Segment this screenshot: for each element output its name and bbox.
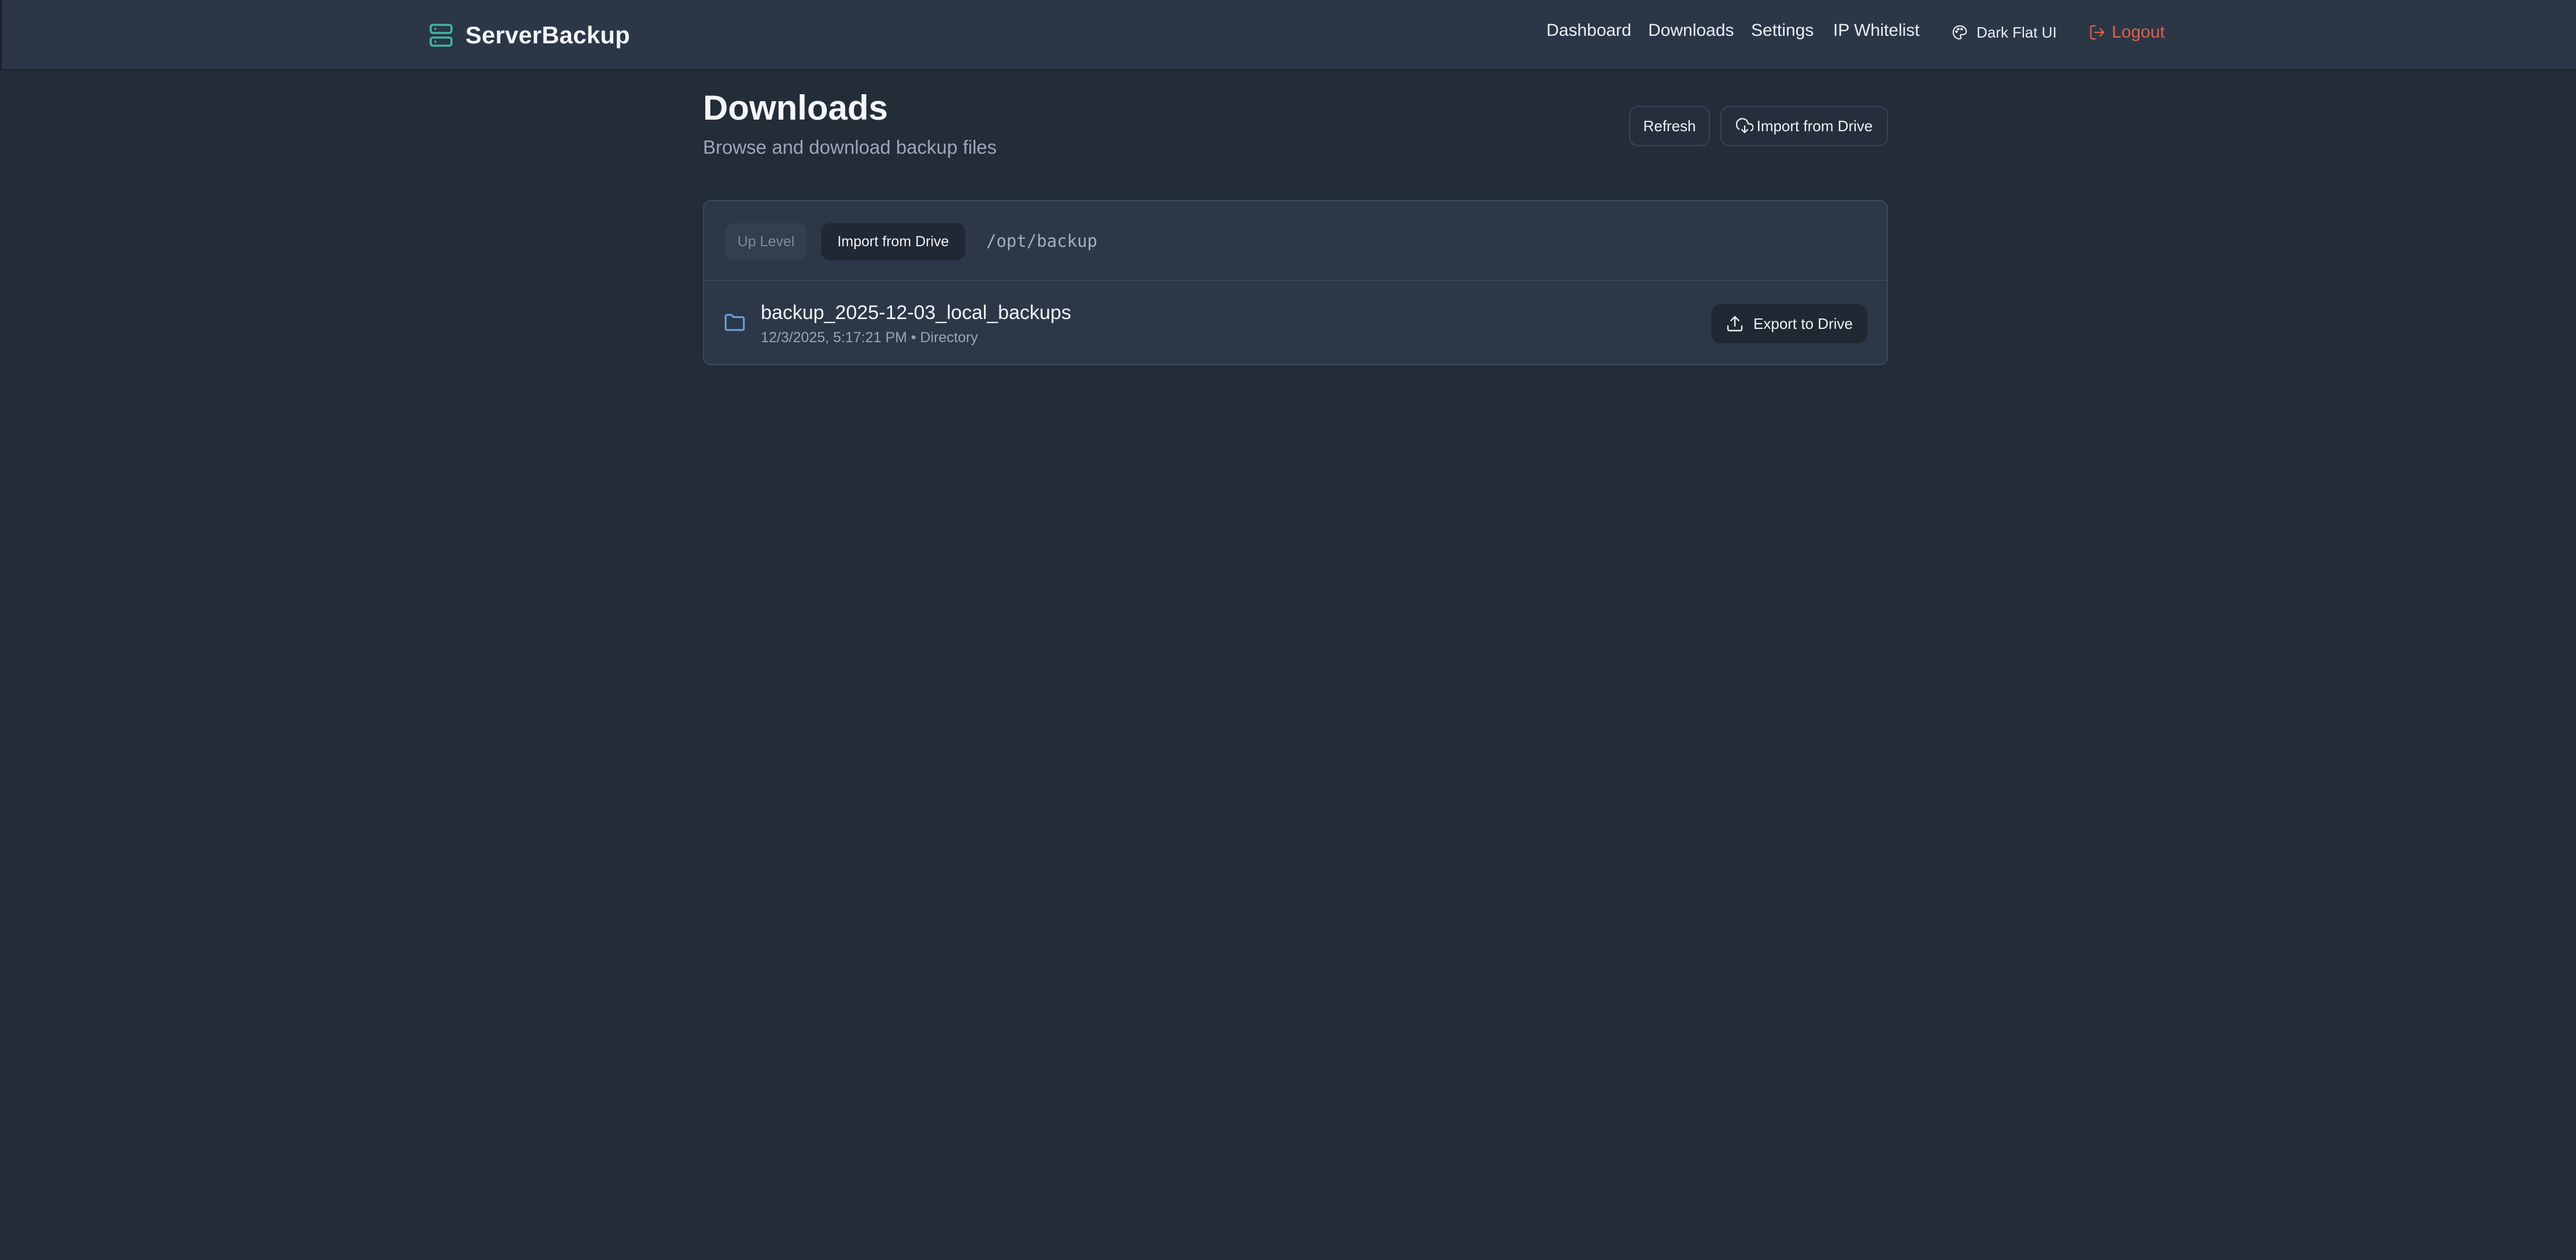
nav-link-dashboard[interactable]: Dashboard	[1546, 21, 1631, 40]
logout-icon	[2090, 25, 2105, 40]
refresh-button[interactable]: Refresh	[1629, 106, 1710, 146]
export-to-drive-label: Export to Drive	[1753, 314, 1853, 332]
list-item[interactable]: backup_2025-12-03_local_backups 12/3/202…	[704, 282, 1887, 364]
import-from-drive-button[interactable]: Import from Drive	[1720, 106, 1888, 146]
page-subtitle: Browse and download backup files	[703, 136, 997, 158]
upload-icon	[1727, 316, 1743, 332]
refresh-label: Refresh	[1643, 117, 1696, 135]
entry-meta: 12/3/2025, 5:17:21 PM • Directory	[761, 329, 978, 346]
nav-link-downloads[interactable]: Downloads	[1648, 21, 1734, 40]
cloud-download-icon	[1735, 118, 1753, 134]
logout-button[interactable]: Logout	[2089, 21, 2165, 44]
current-path: /opt/backup	[986, 231, 1098, 251]
export-to-drive-button[interactable]: Export to Drive	[1711, 304, 1867, 343]
theme-label: Dark Flat UI	[1977, 23, 2057, 41]
file-browser-panel: Up Level Import from Drive /opt/backup b…	[703, 200, 1888, 365]
palette-icon	[1952, 25, 1967, 40]
up-level-label: Up Level	[737, 233, 795, 250]
entry-name[interactable]: backup_2025-12-03_local_backups	[761, 302, 1071, 324]
nav-links: Dashboard Downloads Settings IP Whitelis…	[2, 21, 2576, 50]
nav-link-ip-whitelist[interactable]: IP Whitelist	[1833, 21, 1920, 40]
up-level-button[interactable]: Up Level	[725, 223, 807, 260]
page-title: Downloads	[703, 88, 889, 127]
file-browser-toolbar: Up Level Import from Drive /opt/backup	[704, 201, 1887, 281]
logout-label: Logout	[2112, 23, 2165, 42]
nav-link-settings[interactable]: Settings	[1751, 21, 1813, 40]
top-navbar: ServerBackup Dashboard Downloads Setting…	[0, 0, 2576, 71]
import-from-drive-label: Import from Drive	[1756, 117, 1873, 135]
theme-selector[interactable]: Dark Flat UI	[1951, 21, 2057, 44]
toolbar-import-from-drive-button[interactable]: Import from Drive	[821, 223, 965, 260]
folder-icon	[724, 314, 745, 331]
toolbar-import-label: Import from Drive	[837, 233, 949, 250]
